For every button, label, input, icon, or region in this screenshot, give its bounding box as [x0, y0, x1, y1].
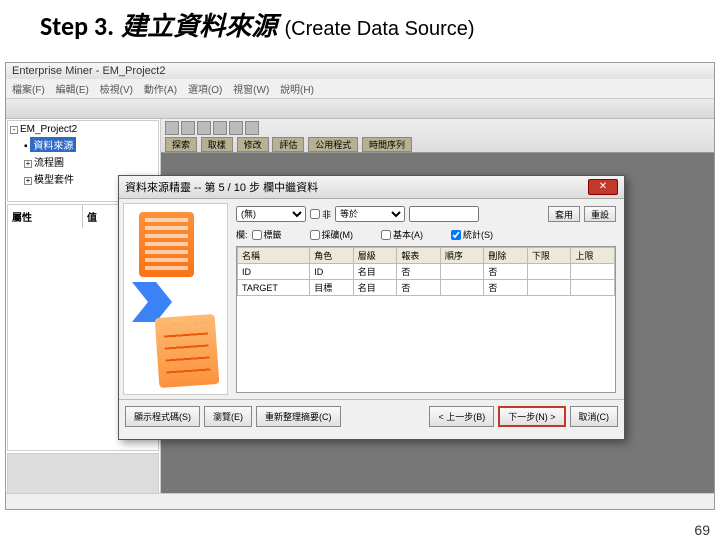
palette-tab[interactable]: 修改 — [237, 137, 269, 152]
expand-icon[interactable]: + — [24, 177, 32, 185]
table-row[interactable]: IDID名目否否 — [238, 264, 615, 280]
next-button[interactable]: 下一步(N) > — [498, 406, 565, 427]
table-row[interactable]: TARGET目標名目否否 — [238, 280, 615, 296]
back-button[interactable]: < 上一步(B) — [429, 406, 494, 427]
menu-window[interactable]: 視窗(W) — [233, 85, 269, 96]
explore-button[interactable]: 瀏覽(E) — [204, 406, 252, 427]
wizard-form: (無) 非 等於 套用 重設 欄: 標籤 採礦(M) 基本(A) 統計(S) — [232, 203, 620, 395]
tool-icon[interactable] — [197, 121, 211, 135]
show-code-button[interactable]: 顯示程式碼(S) — [125, 406, 200, 427]
columns-grid[interactable]: 名稱 角色 層級 報表 順序 刪除 下限 上限 IDID名目否否 TARGET目… — [236, 246, 616, 393]
filter-op-select[interactable]: 等於 — [335, 206, 405, 222]
tool-icon[interactable] — [245, 121, 259, 135]
basic-checkbox[interactable] — [381, 230, 391, 240]
label-checkbox[interactable] — [252, 230, 262, 240]
wizard-title: 資料來源精靈 -- 第 5 / 10 步 欄中繼資料 — [125, 179, 318, 195]
tree-diagrams: +流程圖 — [10, 153, 156, 170]
tool-icon[interactable] — [165, 121, 179, 135]
menu-edit[interactable]: 編輯(E) — [56, 85, 89, 96]
tool-icon[interactable] — [213, 121, 227, 135]
app-title-bar: Enterprise Miner - EM_Project2 — [6, 63, 714, 79]
palette-tab[interactable]: 公用程式 — [308, 137, 358, 152]
close-button[interactable]: ✕ — [588, 179, 618, 195]
wizard-footer: 顯示程式碼(S) 瀏覽(E) 重新整理摘要(C) < 上一步(B) 下一步(N)… — [119, 399, 624, 433]
menu-help[interactable]: 說明(H) — [280, 85, 314, 96]
palette-tab[interactable]: 時間序列 — [362, 137, 412, 152]
arrow-icon — [132, 282, 172, 322]
palette-tab[interactable]: 探索 — [165, 137, 197, 152]
title-cn: 建立資料來源 — [121, 12, 277, 41]
data-source-wizard: 資料來源精靈 -- 第 5 / 10 步 欄中繼資料 ✕ (無) 非 等於 套用… — [118, 175, 625, 440]
mining-checkbox[interactable] — [310, 230, 320, 240]
collapse-icon[interactable]: - — [10, 126, 18, 134]
status-bar — [6, 493, 714, 509]
page-number: 69 — [694, 522, 710, 538]
expand-icon[interactable]: + — [24, 160, 32, 168]
node-palette[interactable]: 探索 取樣 修改 評估 公用程式 時間序列 — [161, 119, 714, 153]
grid-header-row: 名稱 角色 層級 報表 順序 刪除 下限 上限 — [238, 248, 615, 264]
database-icon — [139, 212, 194, 277]
menu-file[interactable]: 檔案(F) — [12, 85, 45, 96]
not-checkbox[interactable] — [310, 209, 320, 219]
reset-button[interactable]: 重設 — [584, 206, 616, 222]
stats-checkbox[interactable] — [451, 230, 461, 240]
slide-title: Step 3. 建立資料來源 (Create Data Source) — [0, 0, 720, 49]
menu-options[interactable]: 選項(O) — [188, 85, 222, 96]
not-label: 非 — [322, 208, 331, 221]
sheet-icon — [155, 314, 220, 388]
tool-icon[interactable] — [229, 121, 243, 135]
filter-value-input[interactable] — [409, 206, 479, 222]
palette-tab[interactable]: 評估 — [272, 137, 304, 152]
menu-view[interactable]: 檢視(V) — [100, 85, 133, 96]
title-en: (Create Data Source) — [285, 18, 475, 40]
app-menu-bar[interactable]: 檔案(F) 編輯(E) 檢視(V) 動作(A) 選項(O) 視窗(W) 說明(H… — [6, 79, 714, 99]
filter-field-select[interactable]: (無) — [236, 206, 306, 222]
tree-root: -EM_Project2 — [10, 123, 156, 136]
wizard-graphic — [123, 203, 228, 395]
step-label: Step 3. — [40, 10, 114, 42]
tree-data-sources: ▪ 資料來源 — [10, 136, 156, 153]
cancel-button[interactable]: 取消(C) — [570, 406, 619, 427]
app-toolbar[interactable] — [6, 99, 714, 119]
columns-label: 欄: — [236, 228, 248, 241]
palette-tab[interactable]: 取樣 — [201, 137, 233, 152]
prop-col-name: 屬性 — [8, 205, 83, 228]
menu-action[interactable]: 動作(A) — [144, 85, 177, 96]
apply-button[interactable]: 套用 — [548, 206, 580, 222]
tool-icon[interactable] — [181, 121, 195, 135]
refresh-summary-button[interactable]: 重新整理摘要(C) — [256, 406, 341, 427]
wizard-title-bar[interactable]: 資料來源精靈 -- 第 5 / 10 步 欄中繼資料 ✕ — [119, 176, 624, 199]
